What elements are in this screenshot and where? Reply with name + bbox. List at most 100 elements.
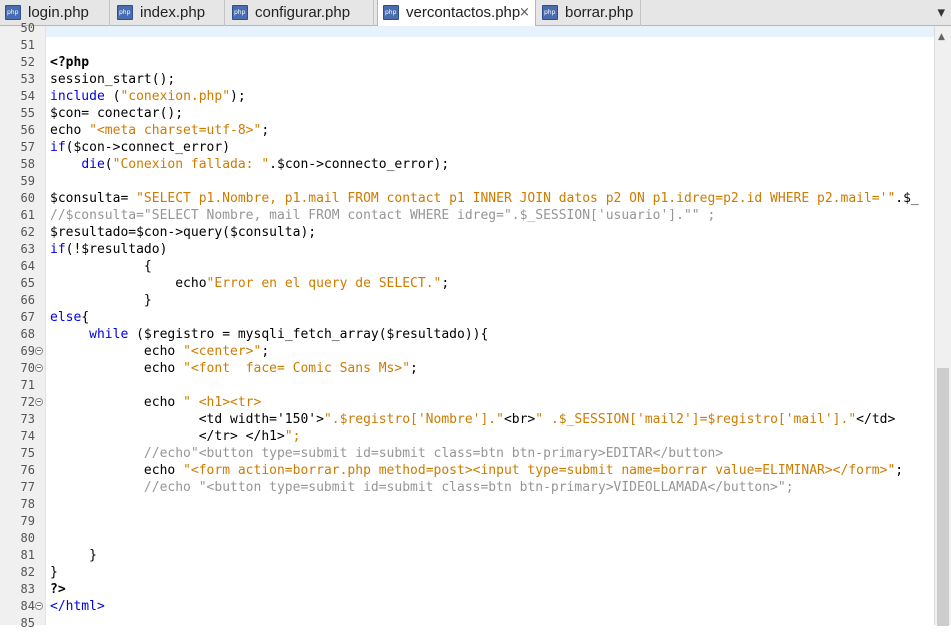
tab-label: borrar.php [565,4,634,21]
code-line[interactable] [46,615,934,625]
vertical-scrollbar[interactable]: ▲ [934,26,951,626]
line-number: 56 [20,123,35,137]
code-line[interactable] [46,377,934,394]
code-line[interactable]: echo "<center>"; [46,343,934,360]
close-tab-icon[interactable]: × [519,0,530,26]
code-line-text: </html> [50,599,105,614]
line-number: 72 [20,395,35,409]
tab-borrar-php[interactable]: borrar.php [537,0,641,26]
code-line[interactable]: die("Conexion fallada: ".$con->connecto_… [46,156,934,173]
code-line-text: } [50,548,97,563]
code-line[interactable]: include ("conexion.php"); [46,88,934,105]
code-line[interactable]: } [46,292,934,309]
code-line-text: echo "<meta charset=utf-8>"; [50,123,270,138]
line-number-gutter: 50 51 52 53 54 55 56 57 58 59 60 61 62 63 64 65 66 67 68 69… [0,21,46,630]
code-line[interactable]: //echo"<button type=submit id=submit cla… [46,445,934,462]
php-file-icon [383,5,399,20]
scroll-up-arrow-icon[interactable]: ▲ [938,32,945,42]
code-line-text: echo "<font face= Comic Sans Ms>"; [50,361,418,376]
code-line[interactable]: //echo "<button type=submit id=submit cl… [46,479,934,496]
code-line[interactable]: while ($registro = mysqli_fetch_array($r… [46,326,934,343]
line-number: 74 [20,429,35,443]
code-editor[interactable]: <?php session_start();include ("conexion.… [46,26,934,625]
php-file-icon [232,5,248,20]
code-line[interactable]: echo "<font face= Comic Sans Ms>"; [46,360,934,377]
code-line[interactable]: echo"Error en el query de SELECT."; [46,275,934,292]
code-line-text: while ($registro = mysqli_fetch_array($r… [89,327,489,342]
code-line-text: die("Conexion fallada: ".$con->connecto_… [81,157,450,172]
line-number: 55 [20,106,35,120]
line-number: 70 [20,361,35,375]
line-number: 52 [20,55,35,69]
code-line[interactable]: session_start(); [46,71,934,88]
fold-toggle-icon[interactable] [35,398,43,406]
php-file-icon [5,5,21,20]
line-number: 78 [20,497,35,511]
line-number: 66 [20,293,35,307]
line-number: 59 [20,174,35,188]
tab-label: vercontactos.php [406,4,521,21]
code-line-text: //$consulta="SELECT Nombre, mail FROM co… [50,208,716,223]
code-line[interactable] [46,26,934,37]
fold-toggle-icon[interactable] [35,364,43,372]
line-number: 61 [20,208,35,222]
code-line[interactable]: { [46,258,934,275]
tab-list-menu-icon[interactable]: ▾ [937,0,945,26]
line-number: 84 [20,599,35,613]
code-line[interactable]: <?php [46,54,934,71]
line-number: 76 [20,463,35,477]
line-number: 57 [20,140,35,154]
code-line-text: session_start(); [50,72,176,87]
code-line[interactable]: $con= conectar(); [46,105,934,122]
line-number: 64 [20,259,35,273]
code-line[interactable]: //$consulta="SELECT Nombre, mail FROM co… [46,207,934,224]
code-line[interactable]: $resultado=$con->query($consulta); [46,224,934,241]
code-line-text: </tr> </h1>"; [50,429,301,444]
line-number: 79 [20,514,35,528]
tab-configurar-php[interactable]: configurar.php [227,0,374,26]
code-line[interactable] [46,37,934,54]
code-line[interactable] [46,173,934,190]
code-line-text: <td width='150'>".$registro['Nombre']."<… [50,412,896,427]
code-line-text: echo "<form action=borrar.php method=pos… [50,463,904,478]
code-line[interactable]: echo "<form action=borrar.php method=pos… [46,462,934,479]
fold-toggle-icon[interactable] [35,602,43,610]
code-line-text: $con= conectar(); [50,106,184,121]
code-line[interactable]: </html> [46,598,934,615]
line-number: 51 [20,38,35,52]
code-line[interactable] [46,513,934,530]
code-line-text: { [50,259,152,274]
code-line[interactable]: else{ [46,309,934,326]
code-line-text: echo "<center>"; [50,344,270,359]
code-line[interactable]: <td width='150'>".$registro['Nombre']."<… [46,411,934,428]
code-line-text: echo"Error en el query de SELECT."; [50,276,450,291]
code-line[interactable] [46,496,934,513]
code-line[interactable]: if(!$resultado) [46,241,934,258]
line-number: 68 [20,327,35,341]
code-line[interactable]: if($con->connect_error) [46,139,934,156]
code-line-text: } [50,293,152,308]
line-number: 82 [20,565,35,579]
editor-tab-bar: login.php index.php configurar.php verco… [0,0,951,27]
fold-toggle-icon[interactable] [35,347,43,355]
line-number: 85 [20,616,35,630]
tab-vercontactos-php[interactable]: vercontactos.php × [377,0,536,27]
tab-index-php[interactable]: index.php [112,0,225,26]
code-line[interactable]: echo "<meta charset=utf-8>"; [46,122,934,139]
code-line-text: else{ [50,310,90,325]
scrollbar-thumb[interactable] [937,368,949,626]
line-number: 69 [20,344,35,358]
code-line[interactable]: } [46,547,934,564]
line-number: 65 [20,276,35,290]
code-line-text: echo " <h1><tr> [50,395,262,410]
tab-label: configurar.php [255,4,351,21]
code-line[interactable]: </tr> </h1>"; [46,428,934,445]
line-number: 71 [20,378,35,392]
line-number: 75 [20,446,35,460]
code-line[interactable]: $consulta= "SELECT p1.Nombre, p1.mail FR… [46,190,934,207]
code-line[interactable]: echo " <h1><tr> [46,394,934,411]
code-line[interactable] [46,530,934,547]
code-line[interactable]: ?> [46,581,934,598]
code-line-text: include ("conexion.php"); [50,89,246,104]
code-line[interactable]: } [46,564,934,581]
